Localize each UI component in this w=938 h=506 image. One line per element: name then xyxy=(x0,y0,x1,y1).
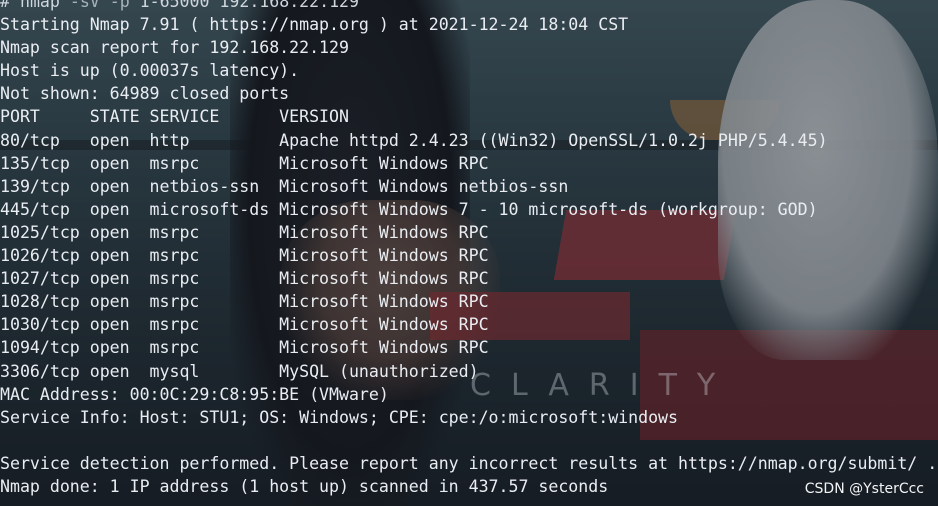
port-row: 139/tcp open netbios-ssn Microsoft Windo… xyxy=(0,176,569,196)
port-row: 135/tcp open msrpc Microsoft Windows RPC xyxy=(0,153,489,173)
terminal-output[interactable]: # nmap -sV -p 1-65000 192.168.22.129 Sta… xyxy=(0,0,938,498)
port-row: 1025/tcp open msrpc Microsoft Windows RP… xyxy=(0,222,489,242)
port-row: 1027/tcp open msrpc Microsoft Windows RP… xyxy=(0,269,489,289)
csdn-watermark: CSDN @YsterCcc xyxy=(804,481,924,497)
service-info-line: Service Info: Host: STU1; OS: Windows; C… xyxy=(0,407,678,427)
command-name: nmap xyxy=(19,0,60,11)
port-row: 1028/tcp open msrpc Microsoft Windows RP… xyxy=(0,292,489,312)
port-row: 3306/tcp open mysql MySQL (unauthorized) xyxy=(0,361,479,381)
host-up-line: Host is up (0.00037s latency). xyxy=(0,61,300,81)
prompt-symbol: # xyxy=(0,0,10,11)
mac-address-line: MAC Address: 00:0C:29:C8:95:BE (VMware) xyxy=(0,384,389,404)
starting-line: Starting Nmap 7.91 ( https://nmap.org ) … xyxy=(0,15,629,35)
not-shown-line: Not shown: 64989 closed ports xyxy=(0,84,290,104)
command-prompt-line: # nmap -sV -p 1-65000 192.168.22.129 xyxy=(0,0,938,13)
command-options: -sV -p xyxy=(69,0,130,11)
port-table-header: PORT STATE SERVICE VERSION xyxy=(0,107,349,127)
command-args: 1-65000 192.168.22.129 xyxy=(139,0,360,11)
port-row: 445/tcp open microsoft-ds Microsoft Wind… xyxy=(0,199,818,219)
service-detection-line: Service detection performed. Please repo… xyxy=(0,453,938,473)
port-row: 1094/tcp open msrpc Microsoft Windows RP… xyxy=(0,338,489,358)
port-row: 1030/tcp open msrpc Microsoft Windows RP… xyxy=(0,315,489,335)
nmap-done-line: Nmap done: 1 IP address (1 host up) scan… xyxy=(0,476,609,496)
port-row: 80/tcp open http Apache httpd 2.4.23 ((W… xyxy=(0,130,828,150)
scan-report-line: Nmap scan report for 192.168.22.129 xyxy=(0,38,349,58)
port-row: 1026/tcp open msrpc Microsoft Windows RP… xyxy=(0,246,489,266)
